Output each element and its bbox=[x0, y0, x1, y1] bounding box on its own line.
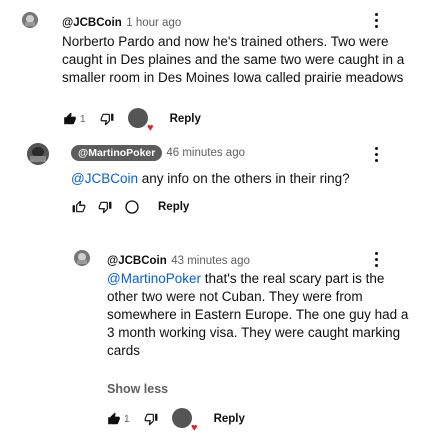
reply-button[interactable]: Reply bbox=[170, 113, 201, 125]
avatar[interactable] bbox=[74, 250, 90, 266]
comment-header: @JCBCoin 1 hour ago bbox=[62, 13, 181, 31]
dislike-button[interactable] bbox=[98, 200, 112, 214]
avatar-image bbox=[22, 12, 38, 28]
comment-actions: Reply bbox=[72, 199, 189, 215]
dislike-button[interactable] bbox=[144, 412, 158, 426]
comment-text: @JCBCoin any info on the others in their… bbox=[71, 170, 411, 188]
thumbs-up-icon bbox=[108, 412, 120, 425]
thumbs-down-icon bbox=[144, 413, 157, 426]
thumbs-down-icon bbox=[98, 201, 112, 214]
like-count: 1 bbox=[80, 113, 86, 125]
show-less-button[interactable]: Show less bbox=[107, 382, 168, 396]
creator-heart-icon: ♥ bbox=[171, 408, 198, 434]
comment-icon[interactable] bbox=[124, 199, 140, 215]
comment-text: Norberto Pardo and now he's trained othe… bbox=[62, 34, 405, 85]
comment-timestamp[interactable]: 46 minutes ago bbox=[166, 147, 245, 159]
comment-icon-svg bbox=[125, 200, 139, 214]
more-vert-icon[interactable] bbox=[369, 249, 383, 269]
thumbs-up-icon bbox=[64, 112, 76, 125]
avatar-image bbox=[74, 250, 90, 266]
like-button[interactable] bbox=[63, 112, 77, 126]
thumbs-up-icon bbox=[72, 200, 86, 213]
like-button[interactable] bbox=[107, 412, 121, 426]
dislike-button[interactable] bbox=[100, 112, 114, 126]
author-badge[interactable]: @MartinoPoker bbox=[71, 145, 163, 161]
comment-actions: 1 ♥ Reply bbox=[107, 408, 245, 434]
author-handle[interactable]: @JCBCoin bbox=[107, 255, 167, 267]
avatar[interactable] bbox=[27, 143, 49, 165]
mention-link[interactable]: @MartinoPoker bbox=[107, 271, 201, 286]
more-vert-icon[interactable] bbox=[369, 10, 383, 30]
reply-button[interactable]: Reply bbox=[214, 413, 245, 425]
reply-button[interactable]: Reply bbox=[158, 201, 189, 213]
comment-text-body: any info on the others in their ring? bbox=[137, 171, 350, 186]
comment-actions: 1 ♥ Reply bbox=[63, 108, 201, 134]
creator-heart-icon: ♥ bbox=[127, 108, 154, 134]
comment-header: @MartinoPoker 46 minutes ago bbox=[71, 145, 245, 161]
avatar-image bbox=[27, 143, 49, 165]
more-vert-icon[interactable] bbox=[369, 144, 383, 164]
comment-timestamp[interactable]: 1 hour ago bbox=[126, 17, 181, 29]
comment-header: @JCBCoin 43 minutes ago bbox=[107, 251, 250, 269]
avatar[interactable] bbox=[22, 12, 38, 28]
like-button[interactable] bbox=[72, 200, 86, 214]
author-handle[interactable]: @JCBCoin bbox=[62, 17, 122, 29]
like-count: 1 bbox=[124, 413, 130, 425]
comment-timestamp[interactable]: 43 minutes ago bbox=[171, 255, 250, 267]
comment-text: @MartinoPoker that's the real scary part… bbox=[107, 270, 412, 360]
thumbs-down-icon bbox=[100, 113, 113, 126]
mention-link[interactable]: @JCBCoin bbox=[71, 171, 138, 186]
